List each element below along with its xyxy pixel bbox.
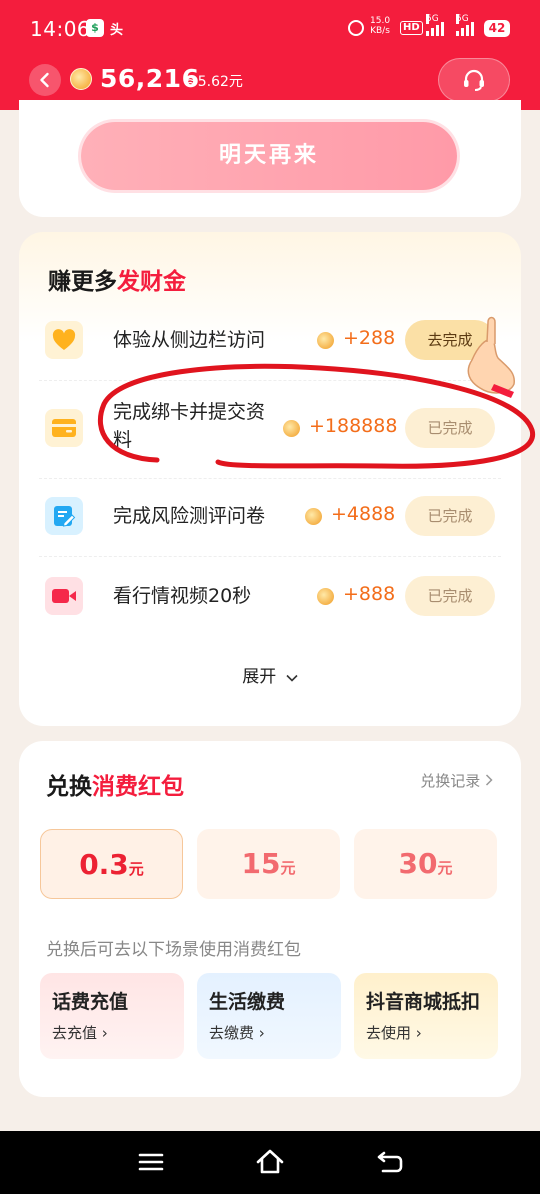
app-notification-icon: $ <box>86 19 104 37</box>
status-time: 14:06 <box>30 17 91 41</box>
task-row: 体验从侧边栏访问 +288 去完成 <box>39 318 501 362</box>
menu-icon[interactable] <box>136 1147 166 1177</box>
task-reward: +888 <box>343 583 396 605</box>
task-row: 完成风险测评问卷 +4888 已完成 <box>39 494 501 538</box>
top-header-area: 14:06 $ 头 15.0 KB/s HD 5G 5G 42 56,216 ≈… <box>0 0 540 110</box>
scene-action-label: 去充值 <box>52 1024 98 1042</box>
amount-option-selected[interactable]: 0.3元 <box>40 829 183 899</box>
system-nav-bar <box>0 1131 540 1194</box>
heart-icon <box>45 321 83 359</box>
task-name: 完成风险测评问卷 <box>113 505 266 527</box>
come-back-tomorrow-button[interactable]: 明天再来 <box>81 122 457 190</box>
signal-label: 5G <box>426 14 439 24</box>
net-speed-unit: KB/s <box>370 26 390 36</box>
scene-action-label: 去缴费 <box>209 1024 255 1042</box>
status-bar: 14:06 $ 头 15.0 KB/s HD 5G 5G 42 <box>0 0 540 56</box>
task-reward: +4888 <box>331 503 396 525</box>
chevron-down-icon <box>286 674 298 682</box>
scene-action: 去使用 › <box>366 1024 422 1042</box>
amount-option[interactable]: 30元 <box>354 829 497 899</box>
amount-option[interactable]: 15元 <box>197 829 340 899</box>
exchange-section-title: 兑换消费红包 <box>46 767 184 801</box>
divider <box>39 380 501 381</box>
task-name: 看行情视频20秒 <box>113 585 252 607</box>
divider <box>39 556 501 557</box>
alarm-icon <box>348 20 364 36</box>
hd-icon: HD <box>400 21 423 35</box>
checkin-card: 明天再来 <box>19 100 521 217</box>
exchange-title-plain: 兑换 <box>46 774 92 800</box>
back-icon[interactable] <box>375 1147 405 1177</box>
amount-unit: 元 <box>128 860 144 878</box>
expand-button[interactable]: 展开 <box>19 662 521 687</box>
customer-service-button[interactable] <box>438 58 510 102</box>
coin-icon <box>317 588 334 605</box>
amount-value: 30 <box>398 847 438 880</box>
amount-unit: 元 <box>280 859 296 877</box>
home-icon[interactable] <box>255 1147 285 1177</box>
net-speed: 15.0 KB/s <box>370 16 390 36</box>
expand-label: 展开 <box>242 667 277 687</box>
scene-mall-deduction[interactable]: 抖音商城抵扣 去使用 › <box>354 973 498 1059</box>
amount-value: 15 <box>241 847 281 880</box>
scene-action: 去充值 › <box>52 1024 108 1042</box>
video-icon <box>45 577 83 615</box>
scene-phone-recharge[interactable]: 话费充值 去充值 › <box>40 973 184 1059</box>
amount-unit: 元 <box>437 859 453 877</box>
chevron-left-icon <box>40 72 49 88</box>
scene-title: 话费充值 <box>52 991 129 1013</box>
divider <box>39 478 501 479</box>
battery-icon: 42 <box>484 20 510 37</box>
task-reward: +288 <box>343 327 396 349</box>
chevron-right-icon <box>485 774 493 786</box>
earn-title-plain: 赚更多 <box>48 269 117 295</box>
signal-label-2: 5G <box>456 14 469 24</box>
coin-icon <box>70 68 92 90</box>
exchange-records-label: 兑换记录 <box>420 772 481 790</box>
task-row: 完成绑卡并提交资料 +188888 已完成 <box>39 398 501 462</box>
coin-icon <box>283 420 300 437</box>
signal-icon: 5G <box>426 14 444 36</box>
task-go-button[interactable]: 去完成 <box>405 320 495 360</box>
scene-action: 去缴费 › <box>209 1024 265 1042</box>
earn-title-highlight: 发财金 <box>117 269 186 295</box>
scene-utility-payment[interactable]: 生活缴费 去缴费 › <box>197 973 341 1059</box>
amount-value: 0.3 <box>79 848 129 881</box>
back-button[interactable] <box>29 64 61 96</box>
task-name: 体验从侧边栏访问 <box>113 329 266 351</box>
task-name: 完成绑卡并提交资料 <box>113 401 266 451</box>
scene-title: 生活缴费 <box>209 991 286 1013</box>
earn-section-title: 赚更多发财金 <box>48 262 186 296</box>
task-reward: +188888 <box>309 415 398 437</box>
task-done-button[interactable]: 已完成 <box>405 408 495 448</box>
exchange-records-link[interactable]: 兑换记录 <box>420 770 493 791</box>
net-speed-value: 15.0 <box>370 16 391 26</box>
scene-title: 抖音商城抵扣 <box>366 991 481 1013</box>
card-icon <box>45 409 83 447</box>
earn-more-card: 赚更多发财金 体验从侧边栏访问 +288 去完成 完成绑卡并提交资料 +1888… <box>19 232 521 726</box>
task-done-button[interactable]: 已完成 <box>405 496 495 536</box>
coin-cash-equivalent: ≈5.62元 <box>186 74 243 90</box>
task-row: 看行情视频20秒 +888 已完成 <box>39 574 501 618</box>
usage-hint: 兑换后可去以下场景使用消费红包 <box>46 940 301 960</box>
coin-balance: 56,216 <box>100 64 200 93</box>
task-done-button[interactable]: 已完成 <box>405 576 495 616</box>
headset-icon <box>464 69 484 91</box>
edit-icon <box>45 497 83 535</box>
scene-action-label: 去使用 <box>366 1024 412 1042</box>
toutiao-notification-icon: 头 <box>110 23 124 38</box>
exchange-title-highlight: 消费红包 <box>92 774 184 800</box>
signal-icon-2: 5G <box>456 14 474 36</box>
exchange-card: 兑换消费红包 兑换记录 0.3元 15元 30元 兑换后可去以下场景使用消费红包… <box>19 741 521 1097</box>
coin-icon <box>305 508 322 525</box>
coin-icon <box>317 332 334 349</box>
